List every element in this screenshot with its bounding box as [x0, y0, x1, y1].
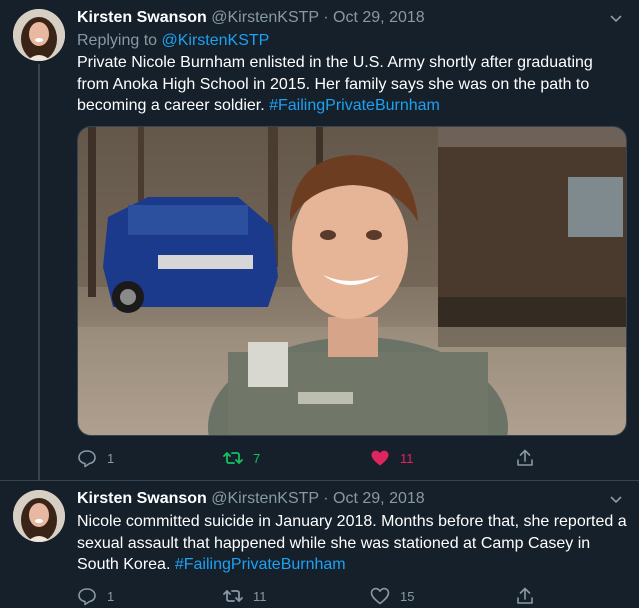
author-handle[interactable]: @KirstenKSTP	[211, 490, 319, 507]
tweet-header: Kirsten Swanson @KirstenKSTP · Oct 29, 2…	[77, 8, 425, 28]
share-icon[interactable]	[515, 448, 535, 468]
chevron-down-icon[interactable]	[609, 12, 623, 26]
reply-count: 1	[107, 588, 115, 604]
tweet-actions: 1 11 15	[77, 584, 547, 608]
retweet-icon[interactable]	[223, 448, 243, 468]
separator: ·	[323, 9, 329, 26]
tweet-body: Nicole committed suicide in January 2018…	[77, 513, 627, 573]
retweet-action[interactable]: 11	[223, 584, 267, 608]
tweet[interactable]: Kirsten Swanson @KirstenKSTP · Oct 29, 2…	[0, 481, 639, 608]
share-action[interactable]	[515, 584, 535, 608]
tweet-date[interactable]: Oct 29, 2018	[333, 9, 425, 26]
avatar[interactable]	[13, 9, 65, 61]
reply-icon[interactable]	[77, 448, 97, 468]
share-icon[interactable]	[515, 586, 535, 606]
hashtag-link[interactable]: #FailingPrivateBurnham	[269, 97, 440, 114]
reply-action[interactable]: 1	[77, 446, 114, 470]
tweet-date[interactable]: Oct 29, 2018	[333, 490, 425, 507]
hashtag-link[interactable]: #FailingPrivateBurnham	[175, 556, 346, 573]
tweet-text: Nicole committed suicide in January 2018…	[77, 511, 627, 576]
tweet-header: Kirsten Swanson @KirstenKSTP · Oct 29, 2…	[77, 489, 425, 509]
reply-prefix: Replying to	[77, 32, 158, 49]
like-action[interactable]: 11	[370, 446, 414, 470]
reply-icon[interactable]	[77, 586, 97, 606]
tweet[interactable]: Kirsten Swanson @KirstenKSTP · Oct 29, 2…	[0, 0, 639, 480]
retweet-count: 11	[253, 588, 267, 604]
like-count: 11	[400, 450, 414, 466]
thread-line	[38, 64, 40, 480]
retweet-count: 7	[253, 450, 261, 466]
like-action[interactable]: 15	[370, 584, 414, 608]
avatar[interactable]	[13, 490, 65, 542]
tweet-actions: 1 7 11	[77, 446, 547, 470]
reply-count: 1	[107, 450, 115, 466]
heart-icon[interactable]	[370, 586, 390, 606]
chevron-down-icon[interactable]	[609, 493, 623, 507]
heart-icon[interactable]	[370, 448, 390, 468]
author-name[interactable]: Kirsten Swanson	[77, 490, 207, 507]
author-handle[interactable]: @KirstenKSTP	[211, 9, 319, 26]
tweet-photo[interactable]	[77, 126, 627, 436]
author-name[interactable]: Kirsten Swanson	[77, 9, 207, 26]
retweet-action[interactable]: 7	[223, 446, 260, 470]
reply-handle-link[interactable]: @KirstenKSTP	[162, 32, 270, 49]
replying-to: Replying to @KirstenKSTP	[77, 30, 269, 52]
retweet-icon[interactable]	[223, 586, 243, 606]
like-count: 15	[400, 588, 415, 604]
share-action[interactable]	[515, 446, 535, 470]
tweet-text: Private Nicole Burnham enlisted in the U…	[77, 52, 627, 117]
separator: ·	[323, 490, 329, 507]
reply-action[interactable]: 1	[77, 584, 114, 608]
